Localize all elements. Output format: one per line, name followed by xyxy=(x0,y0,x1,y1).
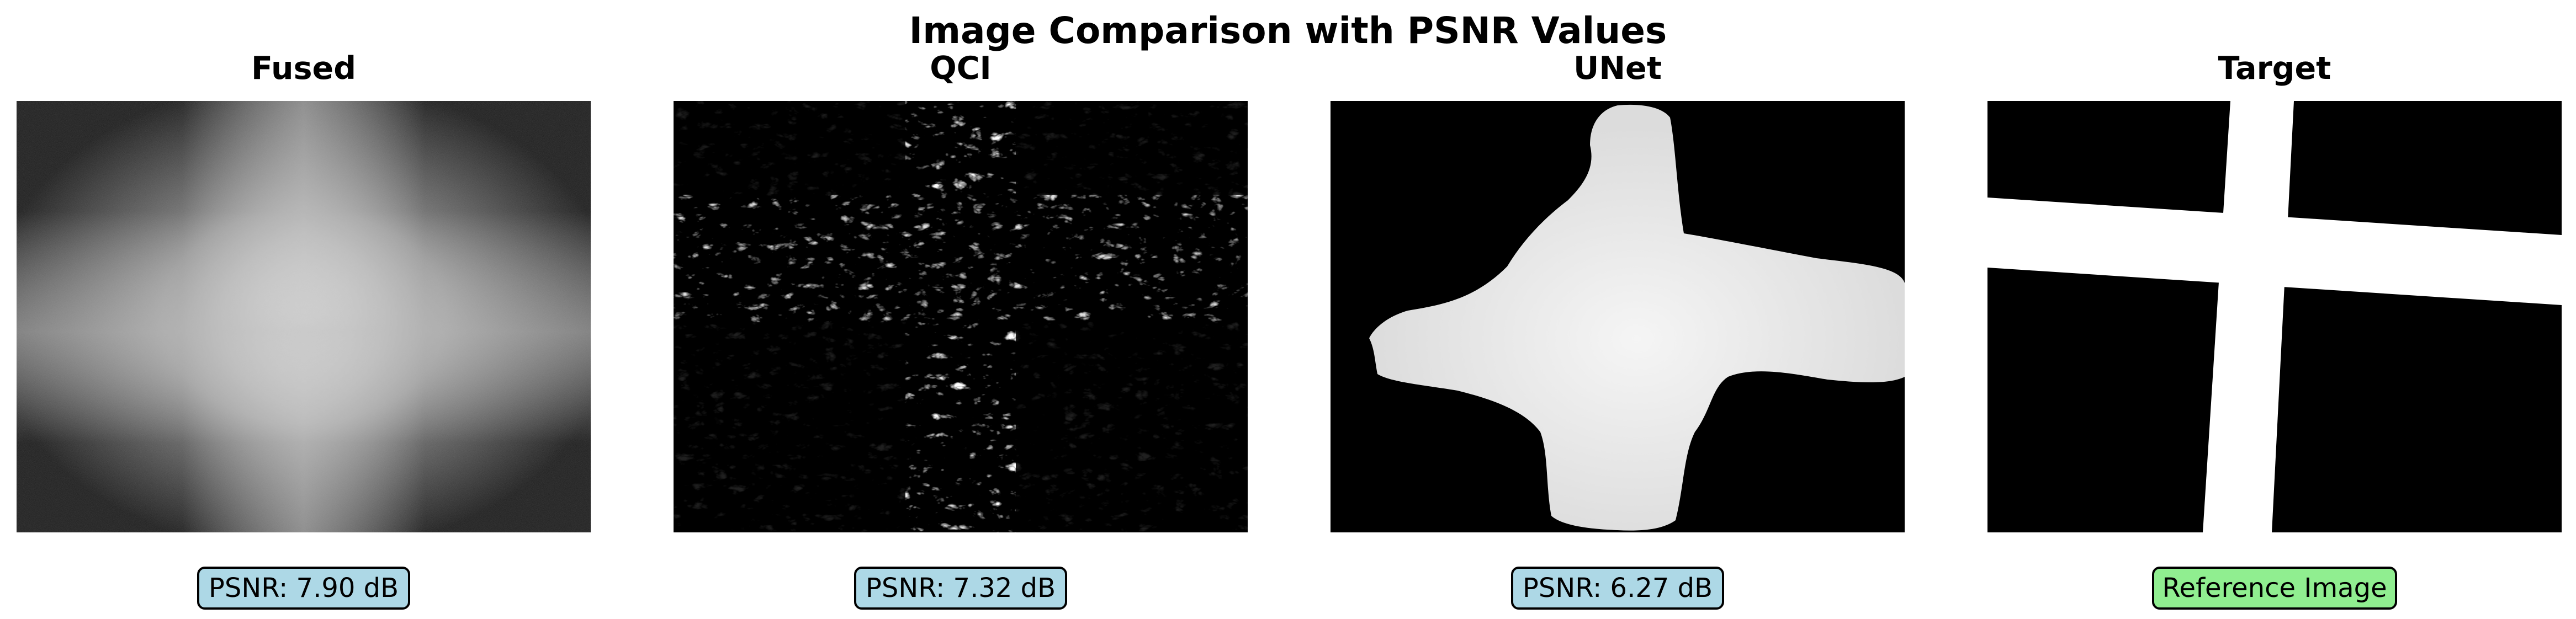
unet-image xyxy=(1331,101,1905,532)
panel-title-fused: Fused xyxy=(251,50,357,87)
target-image xyxy=(1987,101,2562,532)
psnr-badge-unet: PSNR: 6.27 dB xyxy=(1511,567,1724,610)
panel-title-qci: QCI xyxy=(930,50,992,87)
fused-image xyxy=(17,101,591,532)
figure-title: Image Comparison with PSNR Values xyxy=(909,9,1667,52)
qci-image xyxy=(674,101,1248,532)
panel-title-target: Target xyxy=(2218,50,2331,87)
psnr-badge-qci: PSNR: 7.32 dB xyxy=(854,567,1067,610)
reference-badge-target: Reference Image xyxy=(2152,567,2397,610)
panel-title-unet: UNet xyxy=(1573,50,1662,87)
psnr-badge-fused: PSNR: 7.90 dB xyxy=(197,567,410,610)
